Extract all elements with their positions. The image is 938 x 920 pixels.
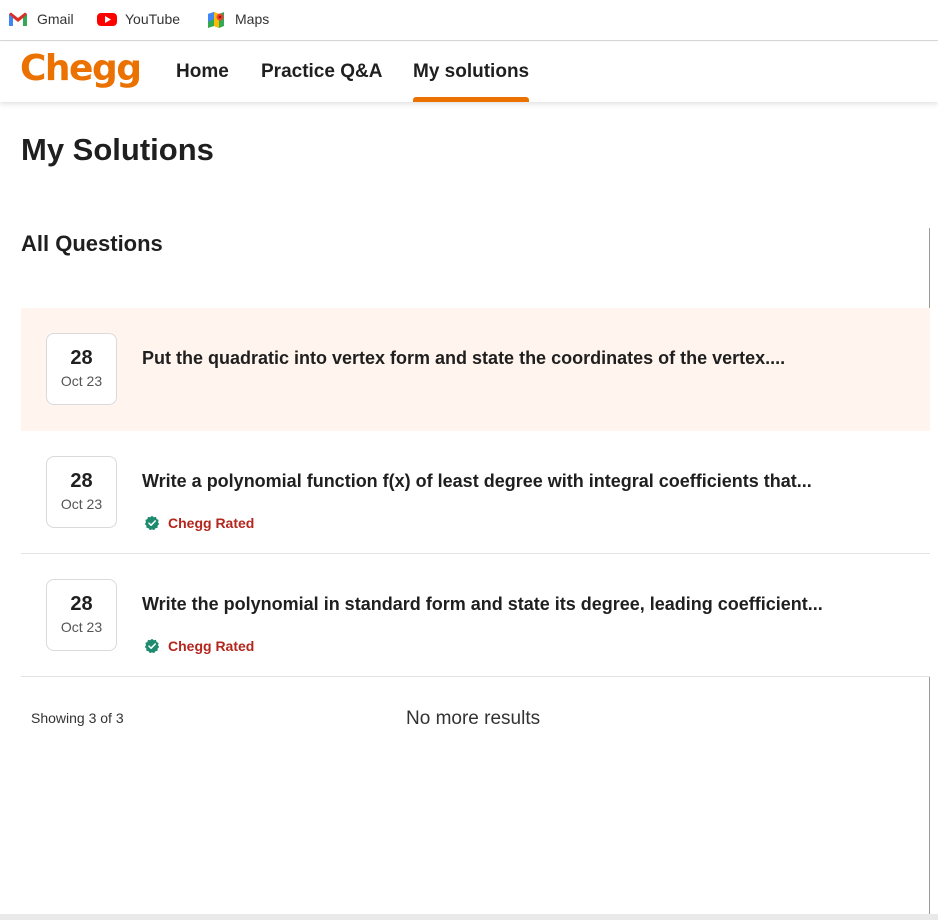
- chegg-rated-badge: Chegg Rated: [144, 515, 254, 531]
- nav-practice-qa[interactable]: Practice Q&A: [261, 42, 382, 102]
- question-row[interactable]: 28 Oct 23 Write a polynomial function f(…: [21, 431, 930, 554]
- results-count: Showing 3 of 3: [31, 710, 124, 726]
- nav-my-solutions[interactable]: My solutions: [413, 42, 530, 102]
- date-month: Oct 23: [60, 496, 103, 512]
- question-text[interactable]: Write the polynomial in standard form an…: [142, 594, 823, 615]
- page-title: My Solutions: [21, 132, 214, 167]
- section-title: All Questions: [21, 231, 163, 256]
- question-text[interactable]: Write a polynomial function f(x) of leas…: [142, 471, 812, 492]
- date-month: Oct 23: [60, 619, 103, 635]
- verified-icon: [144, 638, 160, 654]
- verified-icon: [144, 515, 160, 531]
- question-text[interactable]: Put the quadratic into vertex form and s…: [142, 348, 785, 369]
- chegg-logo[interactable]: Chegg: [20, 48, 142, 89]
- bookmark-maps[interactable]: Maps: [206, 0, 269, 38]
- bookmark-label: YouTube: [125, 11, 181, 27]
- maps-icon: [206, 11, 226, 28]
- bottom-edge: [0, 914, 938, 920]
- bookmark-gmail[interactable]: Gmail: [8, 0, 74, 38]
- date-box: 28 Oct 23: [46, 579, 117, 651]
- bookmark-youtube[interactable]: YouTube: [96, 0, 180, 38]
- site-header: Chegg Home Practice Q&A My solutions: [0, 42, 938, 102]
- date-box: 28 Oct 23: [46, 333, 117, 405]
- date-day: 28: [70, 593, 93, 615]
- chegg-rated-badge: Chegg Rated: [144, 638, 254, 654]
- nav-home[interactable]: Home: [176, 42, 229, 102]
- question-list: 28 Oct 23 Put the quadratic into vertex …: [21, 308, 930, 677]
- date-month: Oct 23: [60, 373, 103, 389]
- badge-label: Chegg Rated: [168, 638, 255, 654]
- badge-label: Chegg Rated: [168, 515, 255, 531]
- gmail-icon: [8, 11, 28, 27]
- bookmarks-bar: Gmail YouTube Maps: [0, 0, 938, 41]
- youtube-icon: [96, 11, 117, 27]
- date-day: 28: [70, 347, 93, 369]
- date-box: 28 Oct 23: [46, 456, 117, 528]
- active-tab-indicator: [413, 97, 530, 102]
- bookmark-label: Maps: [235, 11, 270, 27]
- question-row[interactable]: 28 Oct 23 Put the quadratic into vertex …: [21, 308, 930, 431]
- no-more-results: No more results: [406, 708, 541, 729]
- date-day: 28: [70, 470, 93, 492]
- question-row[interactable]: 28 Oct 23 Write the polynomial in standa…: [21, 554, 930, 677]
- bookmark-label: Gmail: [37, 11, 74, 27]
- nav-my-solutions-label: My solutions: [413, 61, 530, 82]
